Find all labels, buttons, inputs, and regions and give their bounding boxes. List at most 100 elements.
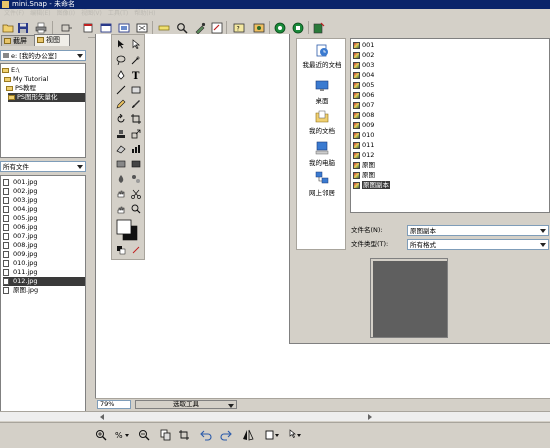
tree-item-my-tutorial[interactable]: My Tutorial bbox=[4, 75, 48, 84]
list-item-selected[interactable]: 原图副本 bbox=[353, 181, 390, 190]
magnifier-icon[interactable] bbox=[176, 22, 188, 34]
tab-capture[interactable]: 截屏 bbox=[1, 35, 35, 46]
chevron-down-icon[interactable] bbox=[539, 241, 547, 248]
chevron-down-icon[interactable] bbox=[539, 227, 547, 234]
place-desktop[interactable]: 桌面 bbox=[297, 79, 347, 105]
percent-icon[interactable]: % bbox=[115, 429, 129, 441]
scale-icon[interactable] bbox=[131, 129, 141, 139]
capture-fullscreen-icon[interactable] bbox=[136, 22, 148, 34]
place-network[interactable]: 网上邻居 bbox=[297, 171, 347, 197]
list-item[interactable]: 001.jpg bbox=[3, 178, 85, 187]
text-tool-icon[interactable]: T bbox=[131, 70, 141, 80]
list-item[interactable]: 002.jpg bbox=[3, 187, 85, 196]
file-filter-select[interactable]: 所有文件 bbox=[0, 161, 86, 172]
tree-item-drive[interactable]: E:\ bbox=[2, 66, 20, 75]
brush-icon[interactable] bbox=[131, 99, 141, 109]
list-item[interactable]: 008 bbox=[353, 111, 374, 120]
chevron-down-icon[interactable] bbox=[227, 402, 235, 409]
chevron-down-icon[interactable] bbox=[76, 163, 84, 170]
horizontal-scrollbar[interactable] bbox=[0, 411, 550, 421]
list-item[interactable]: 011.jpg bbox=[3, 268, 85, 277]
place-my-computer[interactable]: 我的电脑 bbox=[297, 141, 347, 167]
list-item[interactable]: 002 bbox=[353, 51, 374, 60]
list-item[interactable]: 009 bbox=[353, 121, 374, 130]
tab-view[interactable]: 视图 bbox=[34, 34, 70, 46]
hand-icon[interactable] bbox=[116, 189, 126, 199]
list-item[interactable]: 005 bbox=[353, 81, 374, 90]
menu-tools[interactable]: 工具(T) bbox=[108, 9, 128, 18]
filename-field[interactable]: 原图副本 bbox=[407, 225, 549, 236]
capture-region-icon[interactable] bbox=[100, 22, 112, 34]
zoom-out-icon[interactable] bbox=[138, 429, 150, 441]
menu-view[interactable]: 视图(V) bbox=[81, 9, 102, 18]
rectangle-tool-icon[interactable] bbox=[131, 85, 141, 95]
place-my-documents[interactable]: 我的文档 bbox=[297, 109, 347, 135]
capture-screen-icon[interactable] bbox=[60, 22, 72, 34]
zoom-in-icon[interactable] bbox=[95, 429, 107, 441]
help-icon[interactable] bbox=[313, 22, 325, 34]
tree-item-ps-tutorial[interactable]: PS教程 bbox=[6, 84, 36, 93]
menu-file[interactable]: 文件(F) bbox=[4, 9, 24, 18]
save-icon[interactable] bbox=[17, 22, 29, 34]
record-start-icon[interactable] bbox=[274, 22, 286, 34]
magic-wand-icon[interactable] bbox=[131, 55, 141, 65]
filetype-select[interactable]: 所有格式 bbox=[407, 239, 549, 250]
direct-select-icon[interactable] bbox=[131, 39, 141, 49]
scissors-icon[interactable] bbox=[131, 189, 141, 199]
zoom-tool-icon[interactable] bbox=[131, 204, 141, 214]
chevron-down-icon[interactable] bbox=[76, 52, 84, 59]
list-item[interactable]: 012 bbox=[353, 151, 374, 160]
lasso-icon[interactable] bbox=[116, 55, 126, 65]
line-tool-icon[interactable] bbox=[116, 85, 126, 95]
ruler-icon[interactable] bbox=[158, 22, 170, 34]
list-item[interactable]: 003 bbox=[353, 61, 374, 70]
text-box-icon[interactable]: ? bbox=[233, 22, 245, 34]
list-item[interactable]: 原图 bbox=[353, 161, 375, 170]
list-item[interactable]: 007.jpg bbox=[3, 232, 85, 241]
pencil-icon[interactable] bbox=[116, 99, 126, 109]
blur-icon[interactable] bbox=[116, 174, 126, 184]
list-item[interactable]: 005.jpg bbox=[3, 214, 85, 223]
list-item[interactable]: 009.jpg bbox=[3, 250, 85, 259]
list-item[interactable]: 011 bbox=[353, 141, 374, 150]
pen-icon[interactable] bbox=[116, 70, 126, 80]
canvas-size-icon[interactable] bbox=[265, 429, 279, 441]
drive-select[interactable]: e: [我的办公室] bbox=[0, 50, 86, 61]
capture-window-icon[interactable] bbox=[82, 22, 94, 34]
list-item-selected[interactable]: 012.jpg bbox=[3, 277, 85, 286]
list-item[interactable]: 010 bbox=[353, 131, 374, 140]
capture-object-icon[interactable] bbox=[118, 22, 130, 34]
smudge-icon[interactable] bbox=[131, 174, 141, 184]
crop-canvas-icon[interactable] bbox=[178, 429, 190, 441]
list-item[interactable]: 001 bbox=[353, 41, 374, 50]
chart-tool-icon[interactable] bbox=[131, 144, 141, 154]
stamp-icon[interactable] bbox=[116, 129, 126, 139]
tree-item-ps-vector[interactable]: PS图形矢量化 bbox=[8, 93, 85, 102]
pointer-icon[interactable] bbox=[288, 429, 301, 441]
undo-icon[interactable] bbox=[200, 429, 212, 441]
menu-help[interactable]: 帮助(H) bbox=[134, 9, 155, 18]
menu-edit[interactable]: 编辑(E) bbox=[30, 9, 50, 18]
list-item[interactable]: 原图.jpg bbox=[3, 286, 85, 295]
list-item[interactable]: 010.jpg bbox=[3, 259, 85, 268]
color-swatch[interactable] bbox=[116, 219, 138, 241]
list-item[interactable]: 006 bbox=[353, 91, 374, 100]
hand-pan-icon[interactable] bbox=[116, 204, 126, 214]
place-recent[interactable]: 我最近的文档 bbox=[297, 43, 347, 69]
crop-icon[interactable] bbox=[131, 114, 141, 124]
arrow-select-icon[interactable] bbox=[116, 39, 126, 49]
list-item[interactable]: 004 bbox=[353, 71, 374, 80]
eraser-icon[interactable] bbox=[116, 144, 126, 154]
list-item[interactable]: 003.jpg bbox=[3, 196, 85, 205]
record-stop-icon[interactable] bbox=[292, 22, 304, 34]
zoom-select[interactable]: 79% bbox=[97, 400, 131, 409]
list-item[interactable]: 006.jpg bbox=[3, 223, 85, 232]
print-icon[interactable] bbox=[35, 22, 47, 34]
flip-icon[interactable] bbox=[242, 429, 254, 441]
color-picker-icon[interactable] bbox=[211, 22, 223, 34]
fill-icon[interactable] bbox=[131, 159, 141, 169]
list-item[interactable]: 007 bbox=[353, 101, 374, 110]
menu-image[interactable]: 图像(I) bbox=[57, 9, 75, 18]
list-item[interactable]: 008.jpg bbox=[3, 241, 85, 250]
copy-icon[interactable] bbox=[160, 429, 172, 441]
